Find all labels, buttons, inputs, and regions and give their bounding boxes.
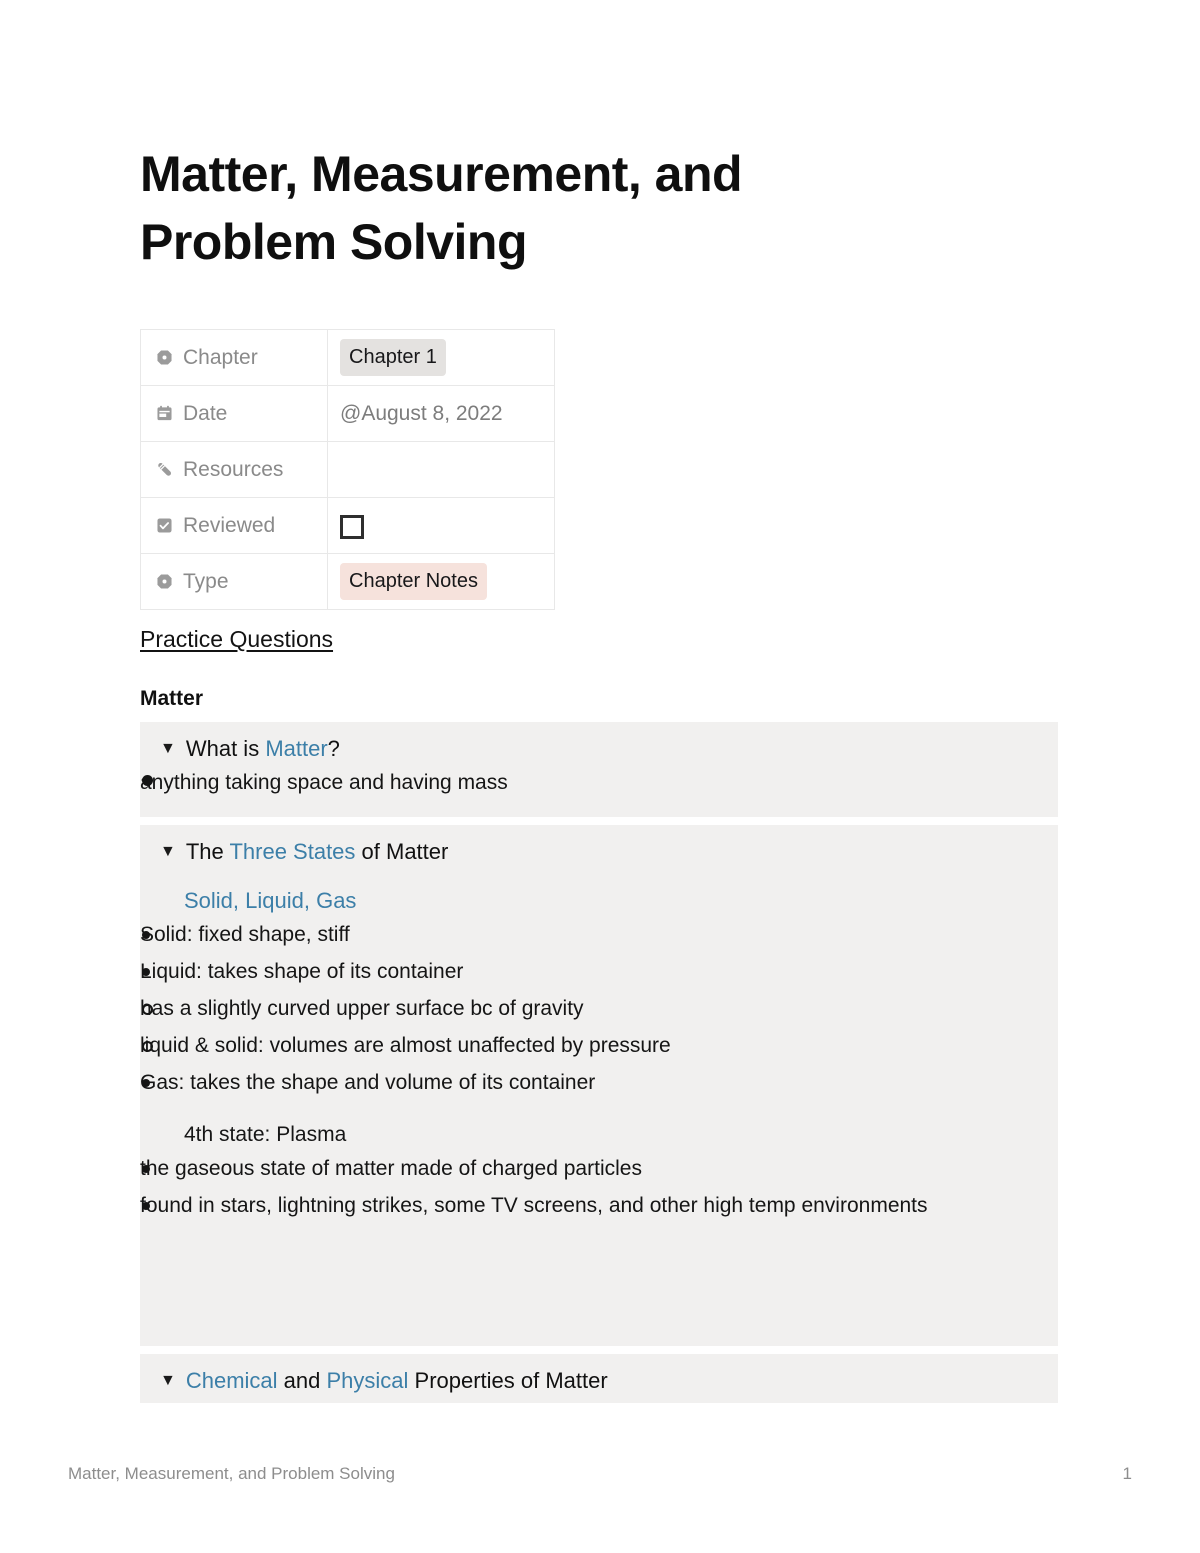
list-item-text: has a slightly curved upper surface bc o… [140, 997, 584, 1020]
property-key-resources: Resources [140, 441, 328, 498]
chevron-down-icon[interactable]: ▼ [160, 1366, 176, 1396]
chevron-down-icon[interactable]: ▼ [160, 837, 176, 867]
list-item: Liquid: takes shape of its container has… [140, 953, 1058, 1064]
bullet-list-plasma: the gaseous state of matter made of char… [140, 1150, 1058, 1224]
bullet-list-liquid-details: has a slightly curved upper surface bc o… [140, 990, 1058, 1064]
property-value-resources[interactable] [327, 441, 555, 498]
toggle-title: Chemical and Physical Properties of Matt… [186, 1366, 608, 1396]
property-value-reviewed[interactable] [327, 497, 555, 554]
paperclip-icon [155, 460, 174, 479]
table-row[interactable]: Date @August 8, 2022 [140, 385, 555, 442]
list-item: has a slightly curved upper surface bc o… [140, 990, 1058, 1027]
list-item-text: the gaseous state of matter made of char… [140, 1157, 642, 1180]
toggle-title-pre: What is [185, 736, 266, 761]
toggle-block-chemical-physical[interactable]: ▼ Chemical and Physical Properties of Ma… [140, 1354, 1058, 1403]
list-item-text: liquid & solid: volumes are almost unaff… [140, 1034, 671, 1057]
property-label: Chapter [183, 345, 258, 369]
property-label: Reviewed [183, 513, 276, 537]
bullet-list-what-is-matter: anything taking space and having mass [140, 764, 1058, 801]
property-label: Date [183, 401, 228, 425]
property-value-type[interactable]: Chapter Notes [327, 553, 555, 610]
calendar-icon [155, 404, 174, 423]
toggle-title-link: Three States [229, 839, 356, 864]
property-value-chapter[interactable]: Chapter 1 [327, 329, 555, 386]
list-item: Solid: fixed shape, stiff [140, 916, 1058, 953]
property-key-chapter: Chapter [140, 329, 328, 386]
table-row[interactable]: Resources [140, 441, 555, 498]
toggle-block-what-is-matter[interactable]: ▼ What is Matter? anything taking space … [140, 722, 1058, 817]
property-label: Type [183, 569, 229, 593]
list-item: liquid & solid: volumes are almost unaff… [140, 1027, 1058, 1064]
section-heading-matter: Matter [140, 687, 204, 710]
table-row[interactable]: Reviewed [140, 497, 555, 554]
page-title: Matter, Measurement, and Problem Solving [140, 146, 743, 270]
three-states-subtitle: Solid, Liquid, Gas [184, 888, 357, 913]
toggle-title-link-physical: Physical [326, 1368, 409, 1393]
list-item-text: found in stars, lightning strikes, some … [140, 1194, 928, 1217]
toggle-title-link-chemical: Chemical [185, 1368, 278, 1393]
date-value[interactable]: @August 8, 2022 [340, 402, 503, 425]
section-heading-practice-questions: Practice Questions [140, 626, 334, 652]
toggle-title-pre: The [185, 839, 230, 864]
list-item-text: Gas: takes the shape and volume of its c… [140, 1071, 596, 1094]
toggle-title-mid: and [277, 1368, 327, 1393]
footer-document-title: Matter, Measurement, and Problem Solving [68, 1464, 395, 1483]
list-item: anything taking space and having mass [140, 764, 1058, 801]
property-value-date[interactable]: @August 8, 2022 [327, 385, 555, 442]
toggle-block-three-states[interactable]: ▼ The Three States of Matter Solid, Liqu… [140, 825, 1058, 1346]
toggle-title-post: Properties of Matter [408, 1368, 608, 1393]
select-octagon-icon [155, 348, 174, 367]
toggle-title: What is Matter? [186, 734, 340, 764]
toggle-title-link: Matter [265, 736, 328, 761]
toggle-title-post: ? [327, 736, 340, 761]
fourth-state-label: 4th state: Plasma [184, 1123, 347, 1146]
property-key-reviewed: Reviewed [140, 497, 328, 554]
chevron-down-icon[interactable]: ▼ [160, 734, 176, 764]
footer-page-number: 1 [1122, 1464, 1132, 1483]
document-page: Matter, Measurement, and Problem Solving… [0, 0, 1200, 1553]
list-item-text: anything taking space and having mass [140, 771, 508, 794]
property-key-type: Type [140, 553, 328, 610]
table-row[interactable]: Type Chapter Notes [140, 553, 555, 610]
select-octagon-icon [155, 572, 174, 591]
bullet-list-states: Solid: fixed shape, stiff Liquid: takes … [140, 916, 1058, 1101]
list-item: the gaseous state of matter made of char… [140, 1150, 1058, 1187]
list-item: Gas: takes the shape and volume of its c… [140, 1064, 1058, 1101]
toggle-title: The Three States of Matter [186, 837, 449, 867]
reviewed-checkbox[interactable] [340, 514, 364, 539]
list-item: found in stars, lightning strikes, some … [140, 1187, 1058, 1224]
table-row[interactable]: Chapter Chapter 1 [140, 329, 555, 386]
status-badge[interactable]: Chapter Notes [340, 563, 487, 600]
property-key-date: Date [140, 385, 328, 442]
list-item-text: Liquid: takes shape of its container [140, 960, 464, 983]
list-item-text: Solid: fixed shape, stiff [140, 923, 350, 946]
page-footer: Matter, Measurement, and Problem Solving… [68, 1464, 1132, 1484]
page-properties-table: Chapter Chapter 1 Date @August 8, 2022 R… [140, 329, 555, 610]
checkbox-icon [155, 516, 174, 535]
status-badge[interactable]: Chapter 1 [340, 339, 446, 376]
property-label: Resources [183, 457, 284, 481]
toggle-title-post: of Matter [355, 839, 449, 864]
